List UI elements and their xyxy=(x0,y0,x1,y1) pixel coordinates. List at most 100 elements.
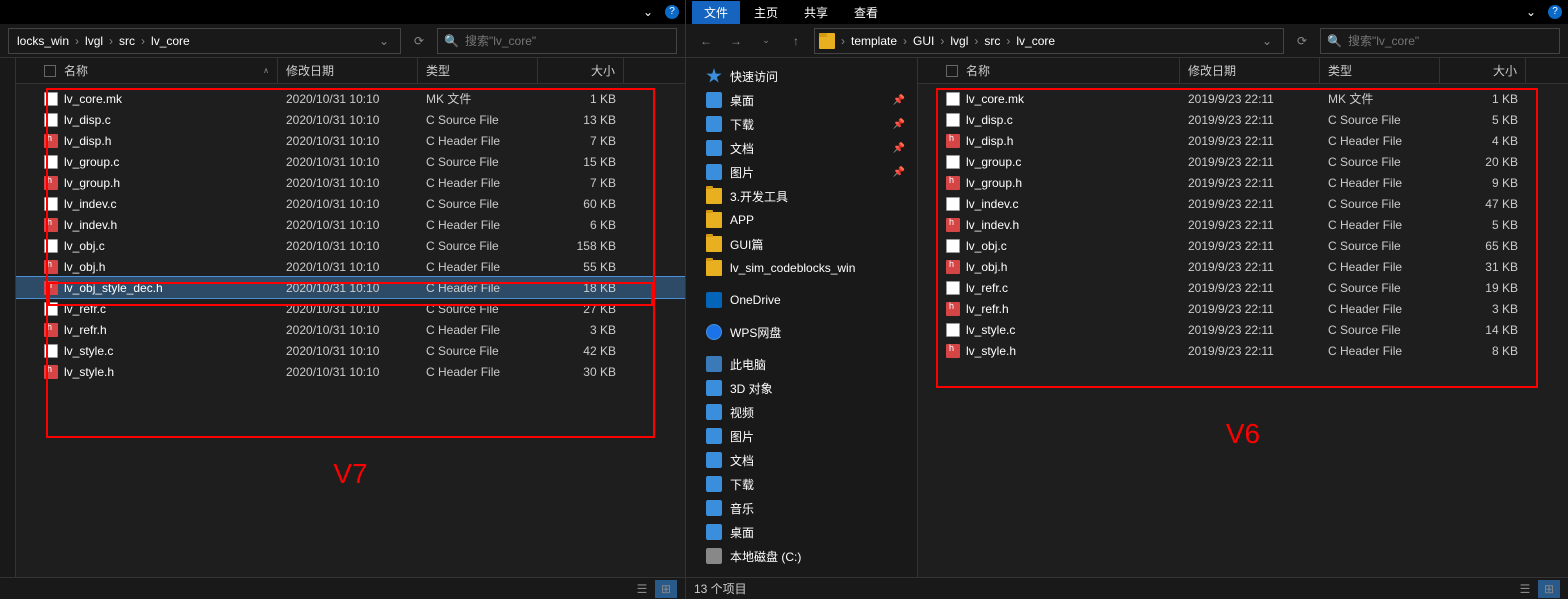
sidebar-item[interactable]: lv_sim_codeblocks_win xyxy=(686,256,917,280)
refresh-icon[interactable]: ⟳ xyxy=(407,34,431,48)
file-row[interactable]: lv_refr.c2019/9/23 22:11C Source File19 … xyxy=(918,277,1568,298)
sidebar-item[interactable]: 此电脑 xyxy=(686,352,917,376)
sidebar-item[interactable]: 下载 xyxy=(686,472,917,496)
sidebar-item[interactable]: 文档📌 xyxy=(686,136,917,160)
col-type[interactable]: 类型 xyxy=(1320,58,1440,83)
chevron-down-icon[interactable]: ⌄ xyxy=(1524,5,1538,19)
crumb[interactable]: lvgl xyxy=(81,34,107,48)
file-icon xyxy=(946,92,960,106)
crumb[interactable]: src xyxy=(980,34,1004,48)
view-icons-icon[interactable]: ⊞ xyxy=(1538,580,1560,598)
crumb[interactable]: template xyxy=(847,34,901,48)
file-row[interactable]: lv_obj_style_dec.h2020/10/31 10:10C Head… xyxy=(16,277,685,298)
view-details-icon[interactable]: ☰ xyxy=(631,580,653,598)
file-row[interactable]: lv_disp.c2019/9/23 22:11C Source File5 K… xyxy=(918,109,1568,130)
tab-home[interactable]: 主页 xyxy=(742,1,790,24)
file-type: C Header File xyxy=(418,323,538,337)
file-row[interactable]: lv_group.h2019/9/23 22:11C Header File9 … xyxy=(918,172,1568,193)
sidebar-item[interactable]: GUI篇 xyxy=(686,232,917,256)
file-row[interactable]: lv_indev.h2020/10/31 10:10C Header File6… xyxy=(16,214,685,235)
help-icon[interactable]: ? xyxy=(1548,5,1562,19)
chevron-down-icon[interactable]: ⌄ xyxy=(372,34,396,48)
file-row[interactable]: lv_disp.c2020/10/31 10:10C Source File13… xyxy=(16,109,685,130)
crumb[interactable]: lvgl xyxy=(946,34,972,48)
chevron-down-icon[interactable]: ⌄ xyxy=(1255,34,1279,48)
crumb[interactable]: locks_win xyxy=(13,34,73,48)
chevron-down-icon[interactable]: ⌄ xyxy=(754,29,778,53)
chevron-down-icon[interactable]: ⌄ xyxy=(641,5,655,19)
file-row[interactable]: lv_indev.h2019/9/23 22:11C Header File5 … xyxy=(918,214,1568,235)
file-name: lv_obj.h xyxy=(64,260,105,274)
view-details-icon[interactable]: ☰ xyxy=(1514,580,1536,598)
file-row[interactable]: lv_obj.c2019/9/23 22:11C Source File65 K… xyxy=(918,235,1568,256)
refresh-icon[interactable]: ⟳ xyxy=(1290,34,1314,48)
file-name: lv_refr.h xyxy=(966,302,1009,316)
right-breadcrumb[interactable]: › template› GUI› lvgl› src› lv_core ⌄ xyxy=(814,28,1284,54)
sidebar-item[interactable]: 快速访问 xyxy=(686,64,917,88)
col-name[interactable]: 名称 xyxy=(938,58,1180,83)
col-date[interactable]: 修改日期 xyxy=(278,58,418,83)
sidebar-item[interactable]: 音乐 xyxy=(686,496,917,520)
sidebar-item[interactable]: OneDrive xyxy=(686,288,917,312)
sidebar-item[interactable]: 本地磁盘 (C:) xyxy=(686,544,917,568)
sidebar-item[interactable]: 3.开发工具 xyxy=(686,184,917,208)
sidebar-item[interactable]: 桌面 xyxy=(686,520,917,544)
tab-view[interactable]: 查看 xyxy=(842,1,890,24)
col-type[interactable]: 类型 xyxy=(418,58,538,83)
file-row[interactable]: lv_obj.c2020/10/31 10:10C Source File158… xyxy=(16,235,685,256)
file-icon xyxy=(44,344,58,358)
up-icon[interactable]: ↑ xyxy=(784,29,808,53)
sidebar-item[interactable]: WPS网盘 xyxy=(686,320,917,344)
file-row[interactable]: lv_disp.h2020/10/31 10:10C Header File7 … xyxy=(16,130,685,151)
col-size[interactable]: 大小 xyxy=(538,58,624,83)
file-size: 158 KB xyxy=(538,239,624,253)
tab-file[interactable]: 文件 xyxy=(692,1,740,24)
file-row[interactable]: lv_group.c2020/10/31 10:10C Source File1… xyxy=(16,151,685,172)
view-icons-icon[interactable]: ⊞ xyxy=(655,580,677,598)
file-row[interactable]: lv_core.mk2020/10/31 10:10MK 文件1 KB xyxy=(16,88,685,109)
left-search[interactable]: 🔍 xyxy=(437,28,677,54)
file-row[interactable]: lv_refr.h2020/10/31 10:10C Header File3 … xyxy=(16,319,685,340)
file-row[interactable]: lv_indev.c2020/10/31 10:10C Source File6… xyxy=(16,193,685,214)
file-size: 15 KB xyxy=(538,155,624,169)
forward-icon[interactable]: → xyxy=(724,29,748,53)
col-name[interactable]: 名称∧ xyxy=(36,58,278,83)
crumb[interactable]: src xyxy=(115,34,139,48)
file-row[interactable]: lv_refr.c2020/10/31 10:10C Source File27… xyxy=(16,298,685,319)
sidebar-item[interactable]: 3D 对象 xyxy=(686,376,917,400)
sidebar-item[interactable]: 图片 xyxy=(686,424,917,448)
sidebar-item[interactable]: 视频 xyxy=(686,400,917,424)
left-navtree-collapsed[interactable] xyxy=(0,58,16,577)
sidebar-item[interactable]: 桌面📌 xyxy=(686,88,917,112)
file-row[interactable]: lv_obj.h2020/10/31 10:10C Header File55 … xyxy=(16,256,685,277)
search-input[interactable] xyxy=(1348,34,1553,48)
col-date[interactable]: 修改日期 xyxy=(1180,58,1320,83)
help-icon[interactable]: ? xyxy=(665,5,679,19)
file-row[interactable]: lv_group.h2020/10/31 10:10C Header File7… xyxy=(16,172,685,193)
file-row[interactable]: lv_style.h2019/9/23 22:11C Header File8 … xyxy=(918,340,1568,361)
sidebar-item[interactable]: 下载📌 xyxy=(686,112,917,136)
file-row[interactable]: lv_indev.c2019/9/23 22:11C Source File47… xyxy=(918,193,1568,214)
file-row[interactable]: lv_group.c2019/9/23 22:11C Source File20… xyxy=(918,151,1568,172)
tab-share[interactable]: 共享 xyxy=(792,1,840,24)
right-search[interactable]: 🔍 xyxy=(1320,28,1560,54)
file-row[interactable]: lv_core.mk2019/9/23 22:11MK 文件1 KB xyxy=(918,88,1568,109)
file-row[interactable]: lv_obj.h2019/9/23 22:11C Header File31 K… xyxy=(918,256,1568,277)
sidebar-item[interactable]: APP xyxy=(686,208,917,232)
file-row[interactable]: lv_disp.h2019/9/23 22:11C Header File4 K… xyxy=(918,130,1568,151)
file-row[interactable]: lv_style.h2020/10/31 10:10C Header File3… xyxy=(16,361,685,382)
desk-icon xyxy=(706,524,722,540)
file-row[interactable]: lv_refr.h2019/9/23 22:11C Header File3 K… xyxy=(918,298,1568,319)
col-size[interactable]: 大小 xyxy=(1440,58,1526,83)
file-row[interactable]: lv_style.c2020/10/31 10:10C Source File4… xyxy=(16,340,685,361)
back-icon[interactable]: ← xyxy=(694,29,718,53)
crumb[interactable]: lv_core xyxy=(1012,34,1059,48)
sidebar-item[interactable]: 图片📌 xyxy=(686,160,917,184)
sidebar-item[interactable]: 文档 xyxy=(686,448,917,472)
crumb[interactable]: GUI xyxy=(909,34,938,48)
sidebar-item-label: 音乐 xyxy=(730,500,754,517)
search-input[interactable] xyxy=(465,34,670,48)
file-row[interactable]: lv_style.c2019/9/23 22:11C Source File14… xyxy=(918,319,1568,340)
crumb[interactable]: lv_core xyxy=(147,34,194,48)
left-breadcrumb[interactable]: locks_win› lvgl› src› lv_core ⌄ xyxy=(8,28,401,54)
